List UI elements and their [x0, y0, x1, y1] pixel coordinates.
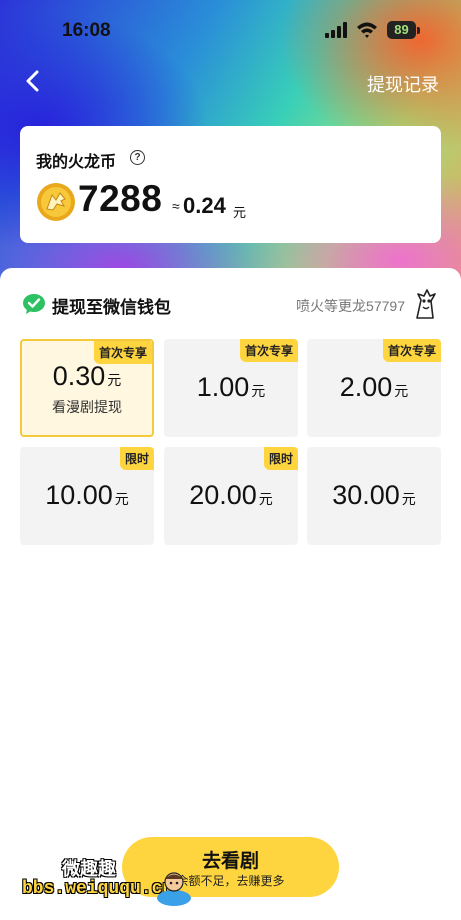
option-amount-line: 0.30 元 — [22, 361, 152, 392]
option-note: 看漫剧提现 — [52, 399, 122, 415]
dragon-mascot-icon — [416, 289, 436, 319]
option-badge: 限时 — [263, 447, 298, 470]
yuan-value: 0.24 — [183, 193, 226, 218]
status-bar: 16:08 89 — [0, 0, 461, 62]
option-badge: 首次专享 — [382, 339, 441, 362]
watermark-title: 微趣趣 — [62, 859, 116, 879]
amount-option[interactable]: 限时 20.00 元 — [164, 447, 298, 545]
option-badge: 限时 — [119, 447, 154, 470]
back-arrow-icon[interactable] — [22, 68, 46, 94]
option-badge: 首次专享 — [239, 339, 298, 362]
amount-option[interactable]: 首次专享 1.00 元 — [164, 339, 298, 437]
option-amount: 0.30 — [52, 361, 106, 391]
option-unit: 元 — [107, 372, 122, 388]
status-time: 16:08 — [62, 20, 111, 41]
withdraw-title: 提现至微信钱包 — [52, 298, 171, 317]
yuan-unit: 元 — [233, 205, 247, 220]
wechat-icon — [23, 294, 45, 314]
amount-option[interactable]: 限时 10.00 元 — [20, 447, 154, 545]
option-amount: 1.00 — [196, 372, 250, 402]
option-amount-line: 1.00 元 — [164, 372, 298, 403]
dragon-coin-icon — [37, 183, 75, 221]
approx-symbol: ≈ — [172, 198, 180, 214]
coin-title: 我的火龙币 — [36, 154, 117, 171]
option-unit: 元 — [401, 491, 416, 507]
option-amount-line: 2.00 元 — [307, 372, 441, 403]
option-unit: 元 — [114, 491, 129, 507]
amount-option[interactable]: 首次专享 2.00 元 — [307, 339, 441, 437]
option-amount: 20.00 — [189, 480, 257, 510]
cellular-signal-icon — [325, 22, 347, 38]
option-amount-line: 10.00 元 — [20, 480, 154, 511]
battery-level: 89 — [394, 22, 409, 37]
option-amount-line: 30.00 元 — [307, 480, 441, 511]
help-icon[interactable]: ? — [130, 150, 145, 165]
amount-option[interactable]: 30.00 元 — [307, 447, 441, 545]
wifi-icon — [357, 22, 377, 38]
option-unit: 元 — [258, 491, 273, 507]
option-amount: 10.00 — [45, 480, 113, 510]
battery-icon: 89 — [387, 21, 416, 39]
amount-option[interactable]: 首次专享 0.30 元看漫剧提现 — [20, 339, 154, 437]
option-unit: 元 — [394, 383, 409, 399]
option-amount-line: 20.00 元 — [164, 480, 298, 511]
watermark-mascot-icon — [157, 872, 191, 906]
level-text: 喷火等更龙57797 — [296, 298, 405, 314]
battery-tip — [417, 27, 420, 34]
coin-amount: 7288 — [78, 178, 163, 219]
withdraw-record-link[interactable]: 提现记录 — [367, 71, 439, 97]
withdraw-panel: 提现至微信钱包 喷火等更龙57797 首次专享 0.30 元看漫剧提现 首次专享 1.0… — [0, 268, 461, 920]
option-unit: 元 — [251, 383, 266, 399]
coin-balance-card: 我的火龙币 ? 7288 ≈ 0.24 元 — [20, 126, 441, 243]
option-amount: 30.00 — [332, 480, 400, 510]
watermark-url: bbs.weiququ.cn — [22, 879, 174, 899]
option-amount: 2.00 — [339, 372, 393, 402]
